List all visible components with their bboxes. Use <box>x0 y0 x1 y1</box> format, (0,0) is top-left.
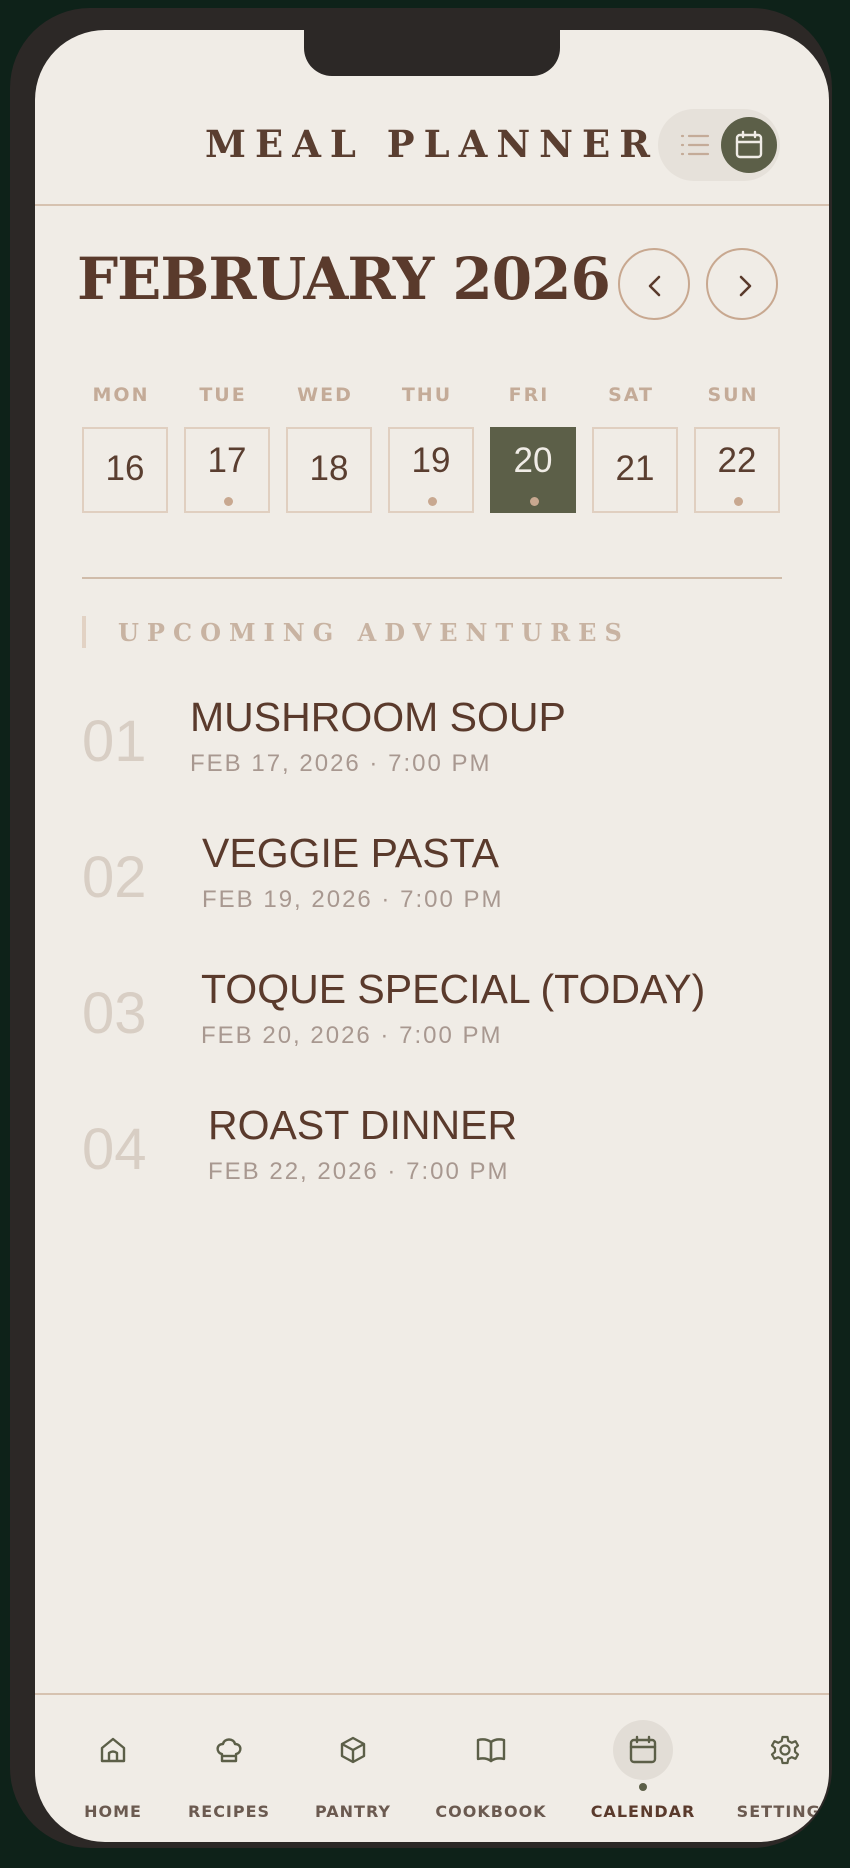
event-datetime: FEB 22, 2026 · 7:00 PM <box>208 1158 510 1185</box>
nav-icon-wrap <box>199 1720 259 1780</box>
event-index: 01 <box>82 709 147 774</box>
next-week-button[interactable] <box>706 248 778 320</box>
event-index: 04 <box>82 1117 147 1182</box>
weekday-label: WED <box>297 384 353 406</box>
day-cell[interactable]: 18 <box>286 427 372 513</box>
day-number: 18 <box>309 449 349 488</box>
nav-settings[interactable]: SETTINGS <box>725 1720 829 1830</box>
weekday-label: MON <box>92 384 150 406</box>
nav-icon-wrap <box>755 1720 815 1780</box>
nav-label: CALENDAR <box>590 1802 696 1821</box>
nav-calendar[interactable]: CALENDAR <box>583 1720 703 1830</box>
list-view-button[interactable] <box>676 126 714 164</box>
day-number: 16 <box>105 449 145 488</box>
nav-label: COOKBOOK <box>435 1802 547 1821</box>
weekday-label: SAT <box>608 384 654 406</box>
nav-pantry[interactable]: PANTRY <box>293 1720 413 1830</box>
event-name: ROAST DINNER <box>208 1102 518 1148</box>
event-datetime: FEB 19, 2026 · 7:00 PM <box>202 886 504 913</box>
chevron-left-icon <box>648 275 661 297</box>
nav-home[interactable]: HOME <box>53 1720 173 1830</box>
weekday-label: TUE <box>199 384 247 406</box>
event-item[interactable]: 02 VEGGIE PASTA FEB 19, 2026 · 7:00 PM <box>82 830 802 940</box>
previous-week-button[interactable] <box>618 248 690 320</box>
nav-icon-wrap <box>461 1720 521 1780</box>
event-index: 03 <box>82 981 147 1046</box>
event-dot <box>734 497 743 506</box>
nav-cookbook[interactable]: COOKBOOK <box>431 1720 551 1830</box>
event-datetime: FEB 20, 2026 · 7:00 PM <box>201 1022 503 1049</box>
box-icon <box>340 1736 366 1764</box>
nav-icon-wrap <box>613 1720 673 1780</box>
day-number: 17 <box>207 441 247 480</box>
event-item[interactable]: 01 MUSHROOM SOUP FEB 17, 2026 · 7:00 PM <box>82 694 802 804</box>
calendar-icon <box>629 1735 657 1764</box>
nav-label: SETTINGS <box>736 1802 829 1821</box>
calendar-icon <box>735 130 763 159</box>
app-screen: MEAL PLANNER FEBRUARY 2026 MON TUE WED T… <box>35 30 829 1842</box>
nav-label: PANTRY <box>315 1802 391 1821</box>
event-name: VEGGIE PASTA <box>202 830 499 876</box>
event-item[interactable]: 04 ROAST DINNER FEB 22, 2026 · 7:00 PM <box>82 1102 802 1212</box>
day-number: 22 <box>717 441 757 480</box>
header-divider <box>35 204 829 206</box>
list-icon <box>680 134 710 156</box>
home-icon <box>100 1737 126 1763</box>
device-notch <box>304 30 560 76</box>
nav-icon-wrap <box>83 1720 143 1780</box>
event-datetime: FEB 17, 2026 · 7:00 PM <box>190 750 492 777</box>
event-name: TOQUE SPECIAL (TODAY) <box>201 966 706 1012</box>
nav-recipes[interactable]: RECIPES <box>169 1720 289 1830</box>
section-divider <box>82 577 782 579</box>
day-number: 21 <box>615 449 655 488</box>
gear-icon <box>770 1735 800 1765</box>
day-cell[interactable]: 21 <box>592 427 678 513</box>
event-dot <box>224 497 233 506</box>
day-cell[interactable]: 17 <box>184 427 270 513</box>
weekday-label: FRI <box>508 384 550 406</box>
phone-frame: MEAL PLANNER FEBRUARY 2026 MON TUE WED T… <box>10 8 832 1848</box>
day-cell[interactable]: 19 <box>388 427 474 513</box>
nav-label: RECIPES <box>187 1802 271 1821</box>
day-cell[interactable]: 16 <box>82 427 168 513</box>
view-toggle <box>658 109 780 181</box>
section-accent-bar <box>82 616 86 648</box>
chevron-right-icon <box>739 275 752 297</box>
bottom-nav-divider <box>35 1693 829 1695</box>
active-indicator-dot <box>639 1783 647 1791</box>
weekday-label: SUN <box>707 384 759 406</box>
weekday-label: THU <box>401 384 453 406</box>
event-item[interactable]: 03 TOQUE SPECIAL (TODAY) FEB 20, 2026 · … <box>82 966 802 1076</box>
event-index: 02 <box>82 845 147 910</box>
event-dot <box>530 497 539 506</box>
nav-icon-wrap <box>323 1720 383 1780</box>
book-icon <box>476 1738 506 1763</box>
day-number: 19 <box>411 441 451 480</box>
day-number: 20 <box>513 441 553 480</box>
calendar-view-button[interactable] <box>721 117 777 173</box>
day-cell-selected[interactable]: 20 <box>490 427 576 513</box>
chef-hat-icon <box>216 1738 242 1763</box>
event-name: MUSHROOM SOUP <box>190 694 566 740</box>
day-cell[interactable]: 22 <box>694 427 780 513</box>
event-dot <box>428 497 437 506</box>
month-title: FEBRUARY 2026 <box>77 245 611 313</box>
section-title: UPCOMING ADVENTURES <box>118 618 630 647</box>
